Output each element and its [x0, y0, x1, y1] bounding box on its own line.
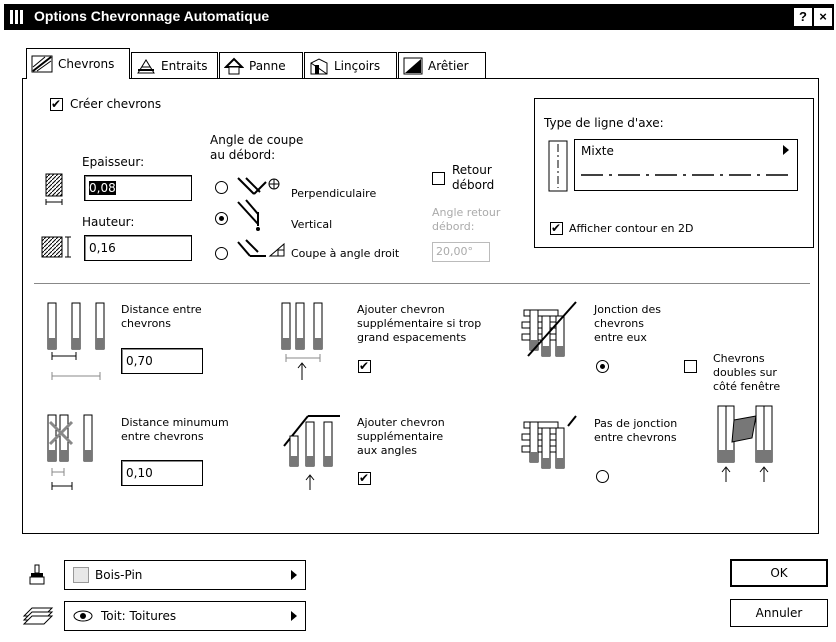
no-joint-radio[interactable]	[596, 470, 609, 483]
rafter-spacing-icon	[47, 302, 105, 380]
rafter-joint-label: Jonction des chevrons entre eux	[594, 303, 662, 344]
thickness-icon	[45, 173, 63, 205]
height-label: Hauteur:	[82, 215, 135, 229]
extra-rafter-spacing-label: Ajouter chevron supplémentaire si trop g…	[357, 303, 482, 344]
no-joint-icon	[521, 415, 577, 469]
right-angle-label: Coupe à angle droit	[291, 247, 400, 260]
min-spacing-icon	[47, 414, 93, 490]
layer-value: Toit: Toitures	[101, 609, 177, 623]
rafter-joint-radio[interactable]	[596, 360, 609, 373]
create-rafters-checkbox[interactable]	[50, 96, 63, 112]
tab-lincoirs[interactable]: Linçoirs	[304, 52, 397, 78]
create-rafters-label: Créer chevrons	[70, 97, 162, 111]
tab-aretier[interactable]: Arêtier	[398, 52, 486, 78]
return-angle-label: Angle retour débord:	[432, 206, 501, 233]
tab-chevrons[interactable]: Chevrons	[26, 48, 130, 79]
axis-type-label: Type de ligne d'axe:	[544, 116, 664, 130]
tab-panne-label: Panne	[249, 58, 286, 73]
thickness-value: 0,08	[89, 181, 116, 195]
ok-button[interactable]: OK	[730, 559, 828, 587]
aretier-tab-icon	[403, 57, 423, 74]
show-contour-2d-checkbox[interactable]	[550, 220, 563, 236]
height-value: 0,16	[89, 241, 116, 255]
separator	[34, 283, 810, 285]
tab-panne[interactable]: Panne	[219, 52, 303, 78]
axis-type-select[interactable]: Mixte	[574, 139, 798, 191]
double-rafters-icon	[717, 405, 773, 482]
extra-rafter-corner-icon	[283, 415, 340, 490]
tab-aretier-label: Arêtier	[428, 58, 469, 73]
lincoirs-tab-icon	[310, 57, 328, 74]
no-joint-label: Pas de jonction entre chevrons	[594, 417, 678, 444]
material-value: Bois-Pin	[95, 568, 143, 582]
dash-dot-line-preview	[581, 174, 791, 176]
rafter-joint-icon	[521, 301, 577, 357]
extra-rafter-spacing-icon	[281, 302, 323, 380]
vertical-label: Vertical	[291, 218, 333, 231]
layer-select[interactable]: Toit: Toitures	[64, 601, 306, 631]
perpendicular-cut-icon	[237, 177, 280, 195]
arrow-right-icon	[291, 611, 297, 621]
radio-right-angle[interactable]	[215, 247, 228, 260]
min-spacing-label: Distance minumum entre chevrons	[121, 416, 229, 443]
extra-rafter-spacing-checkbox[interactable]	[358, 358, 371, 374]
arrow-right-icon	[783, 145, 789, 155]
perpendicular-label: Perpendiculaire	[291, 187, 377, 200]
entraits-tab-icon	[137, 58, 155, 73]
cut-angle-label: Angle de coupe au débord:	[210, 133, 304, 162]
axis-vertical-icon	[548, 140, 568, 192]
radio-vertical[interactable]	[215, 212, 228, 225]
height-icon	[41, 236, 71, 258]
thickness-label: Epaisseur:	[82, 155, 145, 169]
show-contour-2d-label: Afficher contour en 2D	[569, 222, 694, 235]
arrow-right-icon	[291, 570, 297, 580]
close-button[interactable]: ×	[814, 8, 832, 26]
panne-tab-icon	[224, 57, 244, 74]
help-button[interactable]: ?	[794, 8, 812, 26]
min-spacing-input[interactable]: 0,10	[121, 460, 203, 486]
return-angle-input[interactable]: 20,00°	[432, 242, 490, 262]
rafter-spacing-value: 0,70	[126, 354, 153, 368]
paintbrush-icon	[29, 564, 45, 585]
tab-chevrons-label: Chevrons	[58, 57, 115, 71]
tab-entraits[interactable]: Entraits	[131, 52, 218, 78]
double-rafters-checkbox[interactable]	[684, 360, 697, 373]
window-title: Options Chevronnage Automatique	[34, 8, 270, 24]
height-input[interactable]: 0,16	[84, 235, 192, 261]
tab-lincoirs-label: Linçoirs	[334, 58, 381, 73]
window-grip-icon[interactable]	[10, 10, 28, 24]
thickness-input[interactable]: 0,08	[84, 175, 192, 201]
cancel-button[interactable]: Annuler	[730, 599, 828, 627]
min-spacing-value: 0,10	[126, 466, 153, 480]
rafter-spacing-input[interactable]: 0,70	[121, 348, 203, 374]
layers-icon	[22, 607, 54, 625]
extra-rafter-corner-checkbox[interactable]	[358, 470, 371, 486]
rafter-spacing-label: Distance entre chevrons	[121, 303, 202, 330]
return-overhang-checkbox[interactable]	[432, 172, 445, 185]
radio-perpendicular[interactable]	[215, 181, 228, 194]
material-swatch	[73, 567, 89, 583]
double-rafters-label: Chevrons doubles sur côté fenêtre	[713, 352, 781, 393]
extra-rafter-corner-label: Ajouter chevron supplémentaire aux angle…	[357, 416, 445, 457]
material-select[interactable]: Bois-Pin	[64, 560, 306, 590]
title-bar: Options Chevronnage Automatique ? ×	[4, 4, 834, 30]
return-angle-value: 20,00°	[436, 245, 473, 258]
chevrons-tab-icon	[31, 55, 53, 73]
return-overhang-label: Retour débord	[452, 163, 495, 192]
right-angle-cut-icon	[237, 239, 285, 257]
vertical-cut-icon	[237, 199, 260, 231]
eye-icon	[73, 610, 93, 622]
tab-entraits-label: Entraits	[161, 58, 208, 73]
axis-type-value: Mixte	[581, 144, 614, 158]
